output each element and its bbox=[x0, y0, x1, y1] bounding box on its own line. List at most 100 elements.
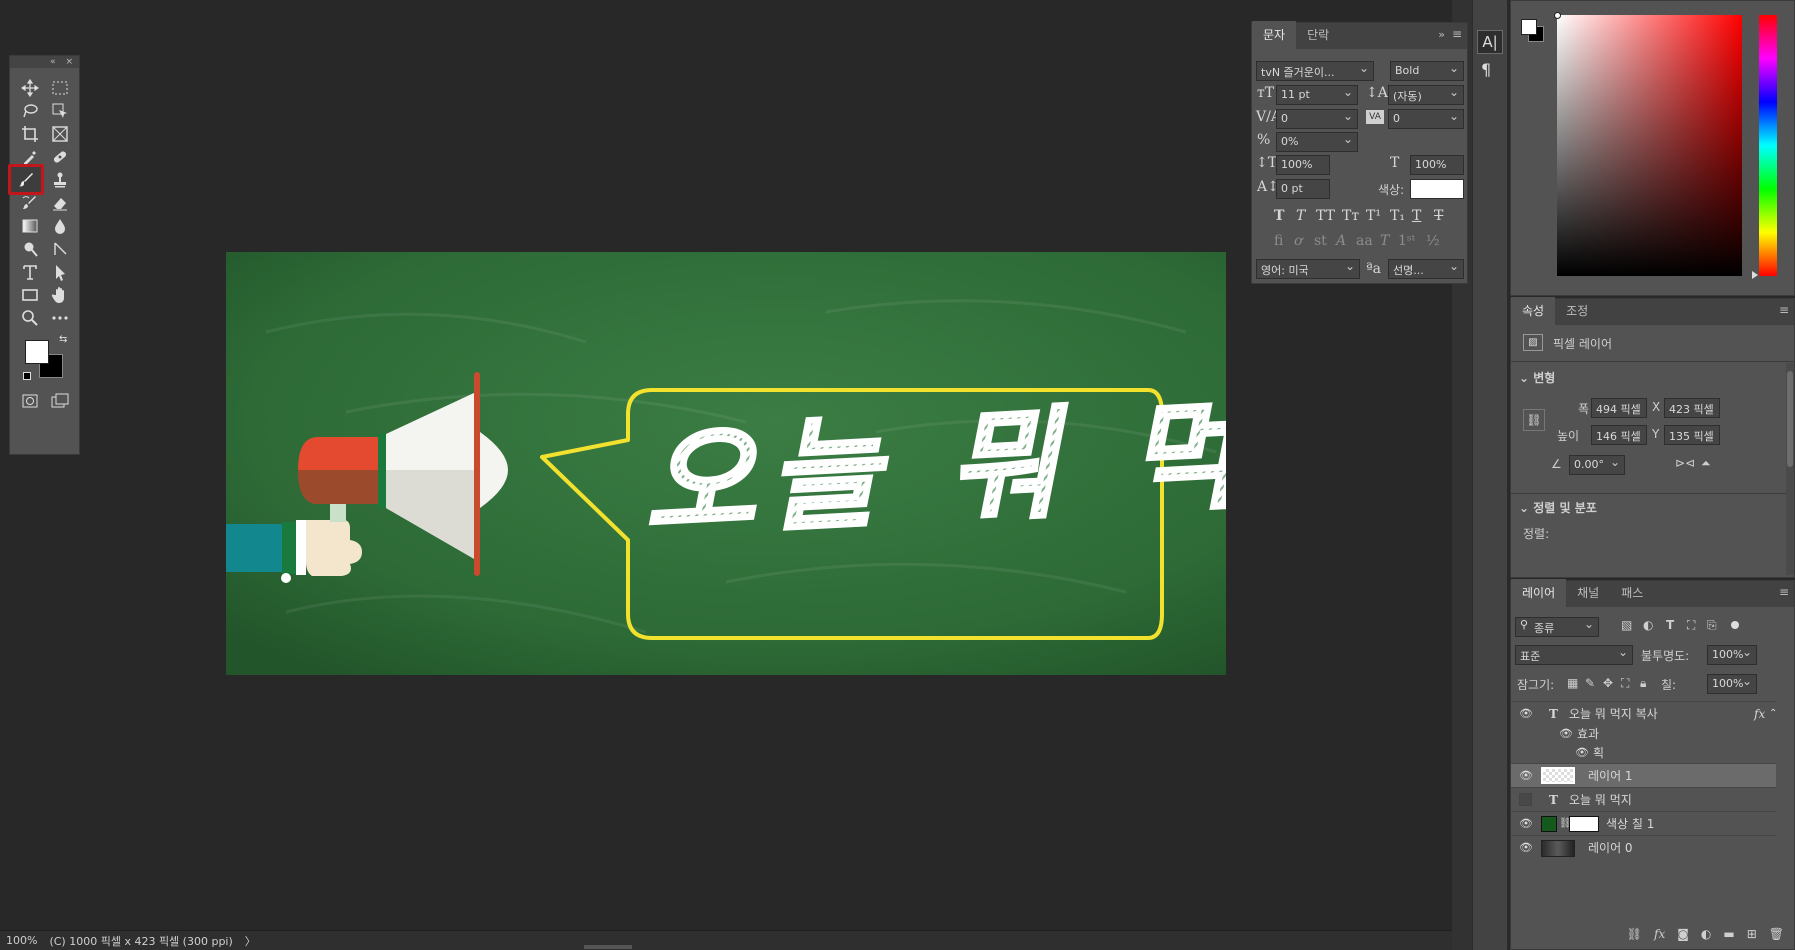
rectangle-tool[interactable] bbox=[17, 284, 43, 306]
superscript-icon[interactable]: T¹ bbox=[1366, 208, 1381, 224]
path-selection-tool[interactable] bbox=[47, 261, 73, 283]
layer-name[interactable]: 레이어 1 bbox=[1588, 767, 1633, 784]
pen-tool[interactable] bbox=[47, 238, 73, 260]
angle-field[interactable]: 0.00° bbox=[1569, 455, 1625, 475]
baseline-shift-field[interactable]: 0 pt bbox=[1276, 179, 1330, 199]
visibility-eye-icon[interactable]: 👁︎ bbox=[1519, 841, 1533, 854]
link-layers-icon[interactable]: ⛓ bbox=[1627, 927, 1642, 941]
history-brush-tool[interactable] bbox=[17, 192, 43, 214]
new-layer-icon[interactable]: ⊞ bbox=[1747, 927, 1757, 941]
x-field[interactable]: 423 픽셀 bbox=[1664, 398, 1720, 418]
layer-row-effects[interactable]: 👁︎ 효과 bbox=[1511, 723, 1776, 743]
horizontal-scroll-thumb[interactable] bbox=[584, 945, 632, 949]
more-tools-icon[interactable] bbox=[47, 307, 73, 329]
eraser-tool[interactable] bbox=[47, 192, 73, 214]
color-foreground-swatch[interactable] bbox=[1521, 19, 1537, 35]
lock-position-icon[interactable]: ✥ bbox=[1603, 676, 1613, 690]
kerning-field[interactable]: 0 bbox=[1276, 109, 1358, 129]
tab-paragraph[interactable]: 단락 bbox=[1296, 21, 1340, 49]
small-caps-icon[interactable]: Tт bbox=[1342, 208, 1359, 224]
brush-tool[interactable] bbox=[8, 164, 44, 195]
flip-horizontal-icon[interactable]: ⊳⊲ bbox=[1675, 456, 1695, 470]
delete-layer-icon[interactable]: 🗑︎ bbox=[1769, 927, 1784, 941]
titling-icon[interactable]: T bbox=[1380, 233, 1389, 249]
blend-mode-select[interactable]: 표준 bbox=[1515, 645, 1633, 665]
fill-field[interactable]: 100% bbox=[1707, 674, 1757, 694]
default-colors-icon[interactable] bbox=[23, 372, 31, 380]
character-panel-icon[interactable]: A| bbox=[1477, 30, 1503, 54]
layer-name[interactable]: 오늘 뭐 먹지 복사 bbox=[1569, 705, 1658, 722]
strikethrough-icon[interactable]: T bbox=[1434, 208, 1443, 224]
layer-row-layer1[interactable]: 👁︎ 레이어 1 bbox=[1511, 763, 1776, 787]
layer-row-layer0[interactable]: 👁︎ 레이어 0 bbox=[1511, 835, 1776, 859]
tab-channels[interactable]: 채널 bbox=[1566, 579, 1610, 607]
stroke-eye-icon[interactable]: 👁︎ bbox=[1575, 746, 1589, 759]
ordinals-icon[interactable]: 1ˢᵗ bbox=[1398, 233, 1415, 249]
collapse-icon[interactable]: « bbox=[50, 57, 56, 67]
width-field[interactable]: 494 픽셀 bbox=[1591, 398, 1647, 418]
document-info[interactable]: (C) 1000 픽셀 x 423 픽셀 (300 ppi) bbox=[49, 933, 232, 949]
properties-menu-icon[interactable]: ≡ bbox=[1779, 303, 1789, 317]
font-family-select[interactable]: tvN 즐거운이... bbox=[1256, 61, 1374, 81]
move-tool[interactable] bbox=[17, 77, 43, 99]
fractions-icon[interactable]: ½ bbox=[1426, 233, 1440, 249]
leading-field[interactable]: (자동) bbox=[1388, 85, 1464, 105]
add-style-icon[interactable]: fx bbox=[1654, 927, 1665, 941]
font-style-select[interactable]: Bold bbox=[1390, 61, 1464, 81]
visibility-eye-icon[interactable]: 👁︎ bbox=[1519, 817, 1533, 830]
stylistic-alternates-icon[interactable]: aa bbox=[1356, 233, 1373, 249]
layer-row-text[interactable]: T 오늘 뭐 먹지 bbox=[1511, 787, 1776, 811]
filter-toggle-icon[interactable] bbox=[1731, 621, 1739, 629]
saturation-brightness-picker[interactable] bbox=[1557, 15, 1742, 276]
layers-menu-icon[interactable]: ≡ bbox=[1779, 585, 1789, 599]
vertical-scale-field[interactable]: 100% bbox=[1276, 155, 1330, 175]
effects-eye-icon[interactable]: 👁︎ bbox=[1559, 727, 1573, 740]
new-group-icon[interactable]: ▬ bbox=[1723, 927, 1734, 941]
zoom-level[interactable]: 100% bbox=[6, 934, 37, 947]
lasso-tool[interactable] bbox=[17, 100, 43, 122]
layer-name[interactable]: 색상 칠 1 bbox=[1606, 815, 1654, 832]
expand-icon[interactable]: » bbox=[1438, 28, 1445, 41]
height-field[interactable]: 146 픽셀 bbox=[1591, 425, 1647, 445]
fx-icon[interactable]: fx bbox=[1754, 707, 1765, 721]
visibility-toggle-off[interactable] bbox=[1519, 793, 1532, 806]
language-select[interactable]: 영어: 미국 bbox=[1256, 259, 1360, 279]
flip-vertical-icon[interactable]: ⏶ bbox=[1701, 456, 1711, 471]
healing-brush-tool[interactable] bbox=[47, 146, 73, 168]
frame-tool[interactable] bbox=[47, 123, 73, 145]
hue-slider[interactable] bbox=[1759, 15, 1777, 276]
layer-name[interactable]: 오늘 뭐 먹지 bbox=[1569, 791, 1632, 808]
visibility-eye-icon[interactable]: 👁︎ bbox=[1519, 707, 1533, 720]
transform-section-header[interactable]: ⌄ 변형 bbox=[1519, 369, 1555, 386]
gradient-tool[interactable] bbox=[17, 215, 43, 237]
hand-tool[interactable] bbox=[47, 284, 73, 306]
ligatures-icon[interactable]: ﬁ bbox=[1274, 233, 1283, 249]
lock-image-icon[interactable]: ✎ bbox=[1585, 676, 1595, 690]
link-dimensions-icon[interactable]: ⛓ bbox=[1523, 409, 1545, 431]
opacity-field[interactable]: 100% bbox=[1707, 645, 1757, 665]
lock-artboard-icon[interactable]: ⛶ bbox=[1621, 676, 1629, 691]
object-select-tool[interactable] bbox=[47, 100, 73, 122]
layer-row-stroke-effect[interactable]: 👁︎ 획 bbox=[1511, 742, 1776, 762]
marquee-tool[interactable] bbox=[47, 77, 73, 99]
font-size-field[interactable]: 11 pt bbox=[1276, 85, 1358, 105]
lock-transparent-icon[interactable]: ▦ bbox=[1567, 676, 1578, 690]
document-canvas[interactable]: 오늘 뭐 먹지 bbox=[226, 252, 1226, 675]
color-picker-handle[interactable] bbox=[1554, 12, 1561, 19]
y-field[interactable]: 135 픽셀 bbox=[1664, 425, 1720, 445]
text-color-swatch[interactable] bbox=[1410, 179, 1464, 199]
status-menu-arrow-icon[interactable]: 〉 bbox=[245, 933, 256, 949]
swap-colors-icon[interactable]: ⇆ bbox=[59, 334, 67, 345]
horizontal-scale-field[interactable]: 100% bbox=[1410, 155, 1464, 175]
faux-italic-icon[interactable]: T bbox=[1296, 208, 1305, 224]
crop-tool[interactable] bbox=[17, 123, 43, 145]
close-icon[interactable]: × bbox=[65, 57, 73, 67]
layer-name[interactable]: 레이어 0 bbox=[1588, 839, 1633, 856]
blur-tool[interactable] bbox=[47, 215, 73, 237]
collapse-effects-icon[interactable]: ⌃ bbox=[1769, 708, 1777, 719]
layer-row-text-copy[interactable]: 👁︎ T 오늘 뭐 먹지 복사 fx ⌃ bbox=[1511, 701, 1777, 725]
antialias-select[interactable]: 선명... bbox=[1388, 259, 1464, 279]
adjustment-layer-icon[interactable]: ◐ bbox=[1701, 927, 1711, 941]
canvas-area[interactable]: « × ⇆ 오늘 뭐 먹지 bbox=[0, 0, 1452, 930]
filter-shape-icon[interactable]: ⛶ bbox=[1687, 618, 1695, 633]
